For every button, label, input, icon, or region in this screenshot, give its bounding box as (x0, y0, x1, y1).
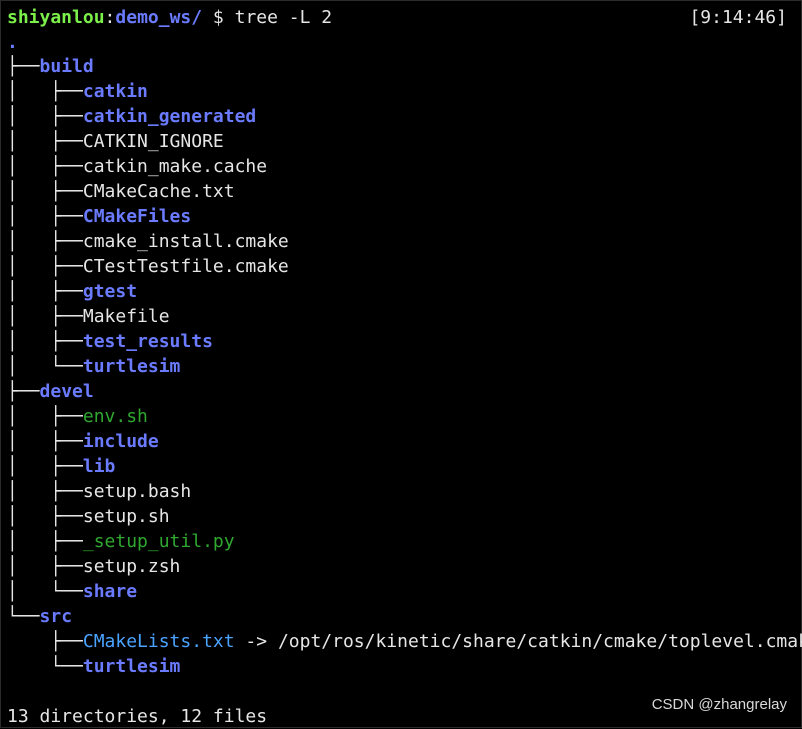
dir-label: build (39, 56, 94, 77)
dir-label: catkin (82, 81, 148, 102)
tree-dir-devel: ├──devel (7, 379, 94, 404)
dir-label: src (39, 606, 73, 627)
dir-label: lib (82, 456, 116, 477)
file-label: setup.sh (82, 506, 170, 527)
tree-item: │ └──share (7, 579, 137, 604)
prompt-command: tree -L 2 (234, 7, 333, 28)
prompt-clock: [9:14:46] (689, 7, 787, 28)
tree-guide: └── (7, 656, 83, 677)
file-label: setup.bash (82, 481, 192, 502)
dir-label: catkin_generated (82, 106, 257, 127)
prompt-user: shiyanlou (7, 7, 105, 28)
root-dot: . (7, 32, 18, 53)
dir-label: devel (39, 381, 94, 402)
tree-item: │ ├──setup.bash (7, 479, 191, 504)
prompt-line: shiyanlou:demo_ws/ $ tree -L 2 (7, 5, 332, 30)
symlink-label: CMakeLists.txt (82, 631, 235, 652)
tree-guide: ├── (7, 381, 40, 402)
tree-guide: │ ├── (7, 481, 83, 502)
tree-item: │ ├──CMakeFiles (7, 204, 191, 229)
terminal-window[interactable]: shiyanlou:demo_ws/ $ tree -L 2 [9:14:46]… (0, 0, 802, 728)
tree-guide: └── (7, 606, 40, 627)
tree-guide: │ ├── (7, 556, 83, 577)
file-label: cmake_install.cmake (82, 231, 289, 252)
tree-guide: │ ├── (7, 531, 83, 552)
tree-guide: │ ├── (7, 306, 83, 327)
tree-guide: │ ├── (7, 256, 83, 277)
tree-item: │ ├──test_results (7, 329, 213, 354)
file-label: catkin_make.cache (82, 156, 268, 177)
tree-item: ├──CMakeLists.txt -> /opt/ros/kinetic/sh… (7, 629, 802, 654)
tree-guide: │ ├── (7, 406, 83, 427)
tree-guide: │ └── (7, 356, 83, 377)
dir-label: gtest (82, 281, 138, 302)
tree-guide: │ ├── (7, 156, 83, 177)
file-label: CMakeCache.txt (82, 181, 235, 202)
tree-item: │ ├──Makefile (7, 304, 170, 329)
tree-summary: 13 directories, 12 files (7, 706, 268, 727)
symlink-target: /opt/ros/kinetic/share/catkin/cmake/topl… (277, 631, 802, 652)
file-label: CATKIN_IGNORE (82, 131, 224, 152)
tree-item: └──turtlesim (7, 654, 180, 679)
tree-dir-src: └──src (7, 604, 72, 629)
tree-guide: │ ├── (7, 181, 83, 202)
tree-root: . (7, 30, 18, 55)
dir-label: share (82, 581, 138, 602)
tree-item: │ ├──CMakeCache.txt (7, 179, 235, 204)
dir-label: test_results (82, 331, 213, 352)
tree-item: │ ├──CTestTestfile.cmake (7, 254, 289, 279)
tree-guide: │ ├── (7, 206, 83, 227)
exec-label: env.sh (82, 406, 148, 427)
tree-guide: │ ├── (7, 231, 83, 252)
tree-item: │ ├──lib (7, 454, 115, 479)
tree-item: │ ├──env.sh (7, 404, 148, 429)
dir-label: include (82, 431, 159, 452)
prompt-colon: : (104, 7, 116, 28)
dir-label: turtlesim (82, 656, 181, 677)
tree-item: │ ├──catkin_make.cache (7, 154, 267, 179)
tree-item: │ ├──setup.zsh (7, 554, 180, 579)
tree-guide: │ └── (7, 581, 83, 602)
tree-guide: │ ├── (7, 131, 83, 152)
tree-guide: │ ├── (7, 281, 83, 302)
tree-item: │ ├──gtest (7, 279, 137, 304)
exec-label: _setup_util.py (82, 531, 235, 552)
tree-item: │ ├──CATKIN_IGNORE (7, 129, 224, 154)
prompt-path: demo_ws/ (115, 7, 203, 28)
tree-item: │ ├──catkin_generated (7, 104, 256, 129)
tree-item: │ ├──_setup_util.py (7, 529, 235, 554)
tree-guide: │ ├── (7, 106, 83, 127)
tree-guide: │ ├── (7, 81, 83, 102)
tree-item: │ └──turtlesim (7, 354, 180, 379)
file-label: setup.zsh (82, 556, 181, 577)
tree-guide: ├── (7, 631, 83, 652)
tree-guide: │ ├── (7, 331, 83, 352)
tree-guide: │ ├── (7, 431, 83, 452)
tree-guide: ├── (7, 56, 40, 77)
tree-dir-build: ├──build (7, 54, 94, 79)
prompt-symbol: $ (202, 7, 235, 28)
file-label: CTestTestfile.cmake (82, 256, 289, 277)
tree-guide: │ ├── (7, 456, 83, 477)
tree-item: │ ├──setup.sh (7, 504, 170, 529)
tree-item: │ ├──catkin (7, 79, 148, 104)
watermark: CSDN @zhangrelay (651, 696, 787, 713)
file-label: Makefile (82, 306, 170, 327)
tree-item: │ ├──cmake_install.cmake (7, 229, 289, 254)
symlink-arrow: -> (234, 631, 278, 652)
dir-label: CMakeFiles (82, 206, 192, 227)
tree-guide: │ ├── (7, 506, 83, 527)
dir-label: turtlesim (82, 356, 181, 377)
tree-item: │ ├──include (7, 429, 159, 454)
